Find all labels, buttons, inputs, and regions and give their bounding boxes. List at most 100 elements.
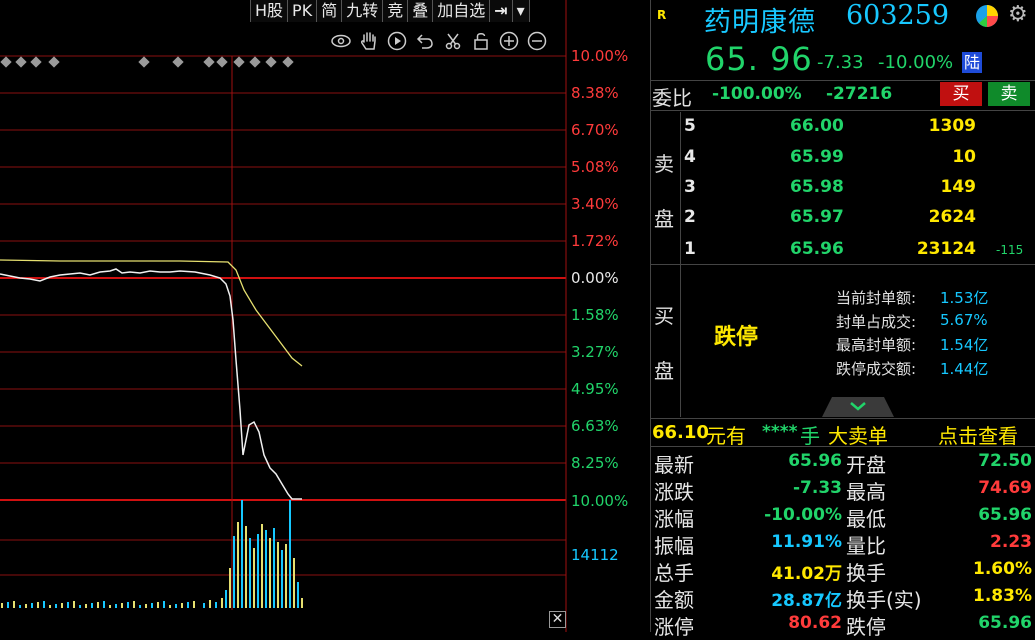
axis-label-down-4: 6.63% [571,417,619,435]
stat-value: 1.83% [973,586,1032,606]
toolbar-overlay[interactable]: 叠 [408,0,434,22]
stat-value: 74.69 [978,478,1032,498]
big-order-stars: **** [762,422,798,442]
toolbar-auction[interactable]: 竞 [383,0,409,22]
sell-price[interactable]: 65.99 [790,147,844,167]
sell-price[interactable]: 65.97 [790,207,844,227]
stat-label: 开盘 [846,453,886,477]
buy-button[interactable]: 买 [940,82,982,106]
axis-label-up-5: 3.40% [571,195,619,213]
r-badge: R [657,8,667,22]
stat-value: 65.96 [978,613,1032,633]
zoom-in-icon[interactable] [498,30,520,52]
close-icon[interactable]: ✕ [549,611,566,628]
expand-chevron-button[interactable] [822,397,894,417]
volume-axis-label: 14112 [571,546,619,564]
axis-label-up-4: 5.08% [571,158,619,176]
price-line [0,268,302,500]
seal-label: 封单占成交: [836,313,917,331]
intraday-chart[interactable]: 10.00% 8.38% 6.70% 5.08% 3.40% 1.72% 0.0… [0,0,628,632]
price-change: -7.33 [817,52,864,73]
sell-level: 1 [684,239,696,259]
toolbar-simple[interactable]: 简 [317,0,343,22]
big-order-text: 大卖单 [828,424,888,448]
stat-label: 换手 [846,561,886,585]
sell-volume-change: -115 [996,243,1024,257]
stat-label: 总手 [654,561,694,585]
weibi-pct: -100.00% [712,84,802,104]
average-price-line [0,259,303,367]
sell-volume: 1309 [928,116,976,136]
stat-label: 最低 [846,507,886,531]
toolbar-hshare[interactable]: H股 [251,0,289,22]
axis-label-up-6: 1.72% [571,232,619,250]
sell-side-label-2: 盘 [654,207,674,231]
limit-down-text: 跌停 [714,325,759,350]
axis-label-up-3: 6.70% [571,121,619,139]
sell-price[interactable]: 66.00 [790,116,844,136]
stat-label: 金额 [654,588,694,612]
seal-label: 跌停成交额: [836,360,917,378]
sell-volume: 10 [952,147,976,167]
stat-label: 跌停 [846,615,886,639]
stat-label: 最高 [846,480,886,504]
eye-icon[interactable] [330,30,352,52]
big-order-unit: 元有 [706,424,746,448]
toolbar-nine-turn[interactable]: 九转 [342,0,384,22]
zoom-out-icon[interactable] [526,30,548,52]
dropdown-icon[interactable]: ▾ [512,0,530,22]
sell-volume: 149 [940,177,977,197]
stat-value: 65.96 [978,505,1032,525]
axis-label-down-6: 10.00% [571,492,629,510]
sell-price[interactable]: 65.96 [790,239,844,259]
seal-label: 当前封单额: [836,289,917,307]
chart-canvas[interactable] [0,0,568,632]
drawing-tools [330,30,548,52]
stat-value: 2.23 [990,532,1032,552]
stat-label: 最新 [654,453,694,477]
seal-value: 1.44亿 [940,360,989,378]
sell-level: 2 [684,207,696,227]
sell-button[interactable]: 卖 [988,82,1030,106]
sell-side-label-1: 卖 [654,152,674,176]
axis-label-up-1: 10.00% [571,47,629,65]
sell-volume: 2624 [928,207,976,227]
stat-value: 72.50 [978,451,1032,471]
stat-value: -10.00% [764,505,842,525]
toolbar-add-watchlist[interactable]: 加自选 [433,0,491,22]
stat-value: 65.96 [788,451,842,471]
price-change-pct: -10.00% [878,52,954,73]
gear-icon[interactable]: ⚙ [1008,2,1028,27]
collapse-panel-icon[interactable]: ⇥ [490,0,513,22]
sell-level: 4 [684,147,696,167]
buy-side-label-2: 盘 [654,359,674,383]
axis-label-down-2: 3.27% [571,343,619,361]
lock-icon[interactable] [470,30,492,52]
stock-code[interactable]: 603259 [846,0,949,31]
pie-chart-icon[interactable] [975,4,999,32]
seal-value: 1.54亿 [940,336,989,354]
stat-label: 涨跌 [654,480,694,504]
scissors-icon[interactable] [442,30,464,52]
stat-label: 换手(实) [846,588,922,612]
weibi-label: 委比 [652,86,692,110]
stat-label: 量比 [846,534,886,558]
seal-value: 5.67% [940,311,988,329]
hand-icon[interactable] [358,30,380,52]
seal-value: 1.53亿 [940,289,989,307]
stat-label: 涨幅 [654,507,694,531]
stat-value: -7.33 [793,478,842,498]
sell-price[interactable]: 65.98 [790,177,844,197]
axis-label-down-3: 4.95% [571,380,619,398]
stock-name[interactable]: 药明康德 [704,0,816,39]
stat-label: 振幅 [654,534,694,558]
view-big-order-link[interactable]: 点击查看 [938,420,1018,449]
exchange-badge[interactable]: 陆 [962,52,983,73]
stat-label: 涨停 [654,615,694,639]
weibi-diff: -27216 [826,84,893,104]
toolbar-pk[interactable]: PK [288,0,318,22]
undo-icon[interactable] [414,30,436,52]
play-circle-icon[interactable] [386,30,408,52]
volume-bars [1,500,303,608]
stat-value: 1.60% [973,559,1032,579]
